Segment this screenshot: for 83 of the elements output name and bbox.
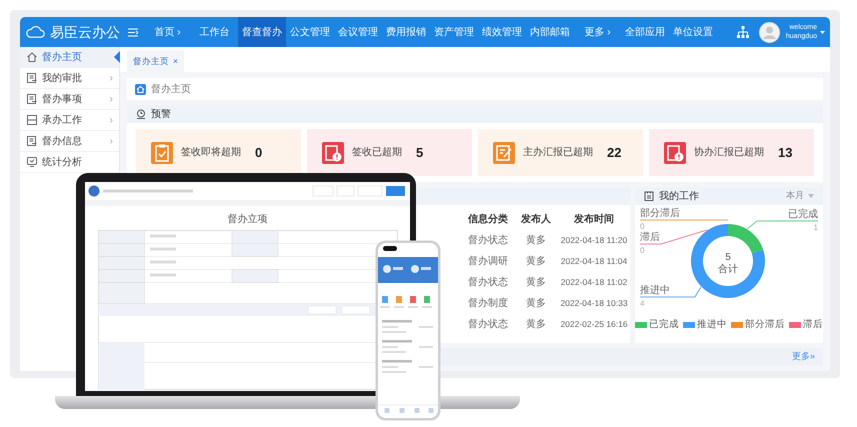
table-cell-text: 黄多 xyxy=(525,254,547,269)
sidebar-item[interactable]: 督办事项 › xyxy=(20,89,119,110)
nav-item[interactable]: 资产管理 xyxy=(430,17,478,47)
period-dropdown[interactable]: 本月 xyxy=(786,189,814,203)
slice-value: 0 xyxy=(640,246,644,255)
tab[interactable]: 督办主页 × xyxy=(127,50,184,72)
nav-item[interactable]: 绩效管理 xyxy=(478,17,526,47)
table-cell-text: 黄多 xyxy=(525,276,547,290)
column-header: 发布人 xyxy=(520,212,552,227)
card-label: 签收即将超期 xyxy=(181,146,241,160)
slice-label: 已完成 xyxy=(788,209,818,220)
form-title: 督办立项 xyxy=(228,212,268,227)
slice-label: 滞后 xyxy=(640,232,660,243)
brand-name: 易臣云办公 xyxy=(50,22,120,42)
nav-item[interactable]: 工作台 xyxy=(191,17,238,47)
legend-item[interactable]: 推进中 xyxy=(683,318,727,332)
more-link[interactable]: 更多» xyxy=(792,350,815,364)
table-cell-text: 督办状态 xyxy=(467,318,509,332)
card-label: 签收已超期 xyxy=(352,146,402,160)
org-chart-icon[interactable] xyxy=(736,26,749,38)
caret-icon[interactable] xyxy=(820,30,825,34)
nav-item[interactable]: 内部邮箱 xyxy=(526,17,574,47)
table-cell-text: 2022-04-18 11:02 xyxy=(560,276,628,290)
table-cell-text: 2022-04-18 11:04 xyxy=(560,255,628,268)
slice-value: 4 xyxy=(640,299,644,308)
slice-label: 部分滞后 xyxy=(640,208,680,219)
table-cell-text: 黄多 xyxy=(525,318,547,332)
card-count: 5 xyxy=(416,144,424,162)
nav-item[interactable]: 费用报销 xyxy=(382,17,430,47)
column-header: 发布时间 xyxy=(572,212,615,227)
nav-item[interactable]: 单位设置 xyxy=(669,17,717,47)
table-cell-text: 黄多 xyxy=(525,296,547,311)
nav-item[interactable]: 会议管理 xyxy=(334,17,382,47)
sidebar-item[interactable]: 督办信息 › xyxy=(20,131,119,152)
slice-value: 0 xyxy=(640,222,644,231)
table-cell-text: 2022-02-25 16:16 xyxy=(559,318,629,332)
sidebar-item[interactable]: 承办工作 › xyxy=(20,110,119,131)
document-icon xyxy=(26,93,38,105)
table-cell-text: 督办制度 xyxy=(467,296,509,311)
nav-item[interactable]: 督查督办 xyxy=(238,17,286,47)
card-label: 协办汇报已超期 xyxy=(694,146,764,160)
table-cell-text: 2022-04-18 10:33 xyxy=(559,297,629,310)
home-icon xyxy=(135,84,146,94)
document-icon xyxy=(26,135,38,147)
home-icon xyxy=(26,51,38,63)
total-label: 合计 xyxy=(718,264,738,275)
calendar-icon xyxy=(644,191,654,201)
menu-icon[interactable] xyxy=(128,28,138,36)
breadcrumb-text: 督办主页 xyxy=(151,82,191,96)
sidebar-item[interactable]: 督办主页 xyxy=(20,47,119,68)
nav-item[interactable]: 更多 › xyxy=(574,17,621,47)
table-cell-text: 督办状态 xyxy=(467,276,509,290)
panel-title: 预警 xyxy=(151,108,171,122)
close-icon[interactable]: × xyxy=(173,54,178,68)
leader-line xyxy=(640,286,702,298)
monitor-icon xyxy=(26,156,38,168)
card-label: 主办汇报已超期 xyxy=(523,146,593,160)
table-cell-text: 2022-04-18 11:20 xyxy=(560,234,628,248)
card-count: 22 xyxy=(607,144,622,162)
legend-item[interactable]: 已完成 xyxy=(635,318,679,332)
legend-item[interactable]: 滞后 xyxy=(789,318,823,332)
table-cell-text: 督办状态 xyxy=(467,234,509,248)
table-cell-text: 黄多 xyxy=(525,234,547,248)
slice-label: 推进中 xyxy=(640,285,670,296)
list-icon xyxy=(26,114,38,126)
card-count: 13 xyxy=(778,144,792,162)
legend-item[interactable]: 部分滞后 xyxy=(731,318,785,332)
slice-value: 1 xyxy=(814,223,818,232)
avatar[interactable] xyxy=(758,22,780,42)
alarm-icon xyxy=(136,109,146,119)
leader-line xyxy=(746,220,818,230)
total-value: 5 xyxy=(725,252,731,263)
nav-item[interactable]: 公文管理 xyxy=(286,17,334,47)
nav-item[interactable]: 全部应用 xyxy=(621,17,669,47)
panel-title: 我的工作 xyxy=(659,190,699,204)
nav-item[interactable]: 首页 › xyxy=(144,17,191,47)
table-cell-text: 督办调研 xyxy=(467,254,509,269)
sidebar-item[interactable]: 我的审批 › xyxy=(20,68,119,89)
cloud-logo-icon xyxy=(26,24,45,40)
card-count: 0 xyxy=(255,144,262,162)
leader-line xyxy=(640,230,708,244)
document-icon xyxy=(26,72,38,84)
column-header: 信息分类 xyxy=(466,212,509,227)
